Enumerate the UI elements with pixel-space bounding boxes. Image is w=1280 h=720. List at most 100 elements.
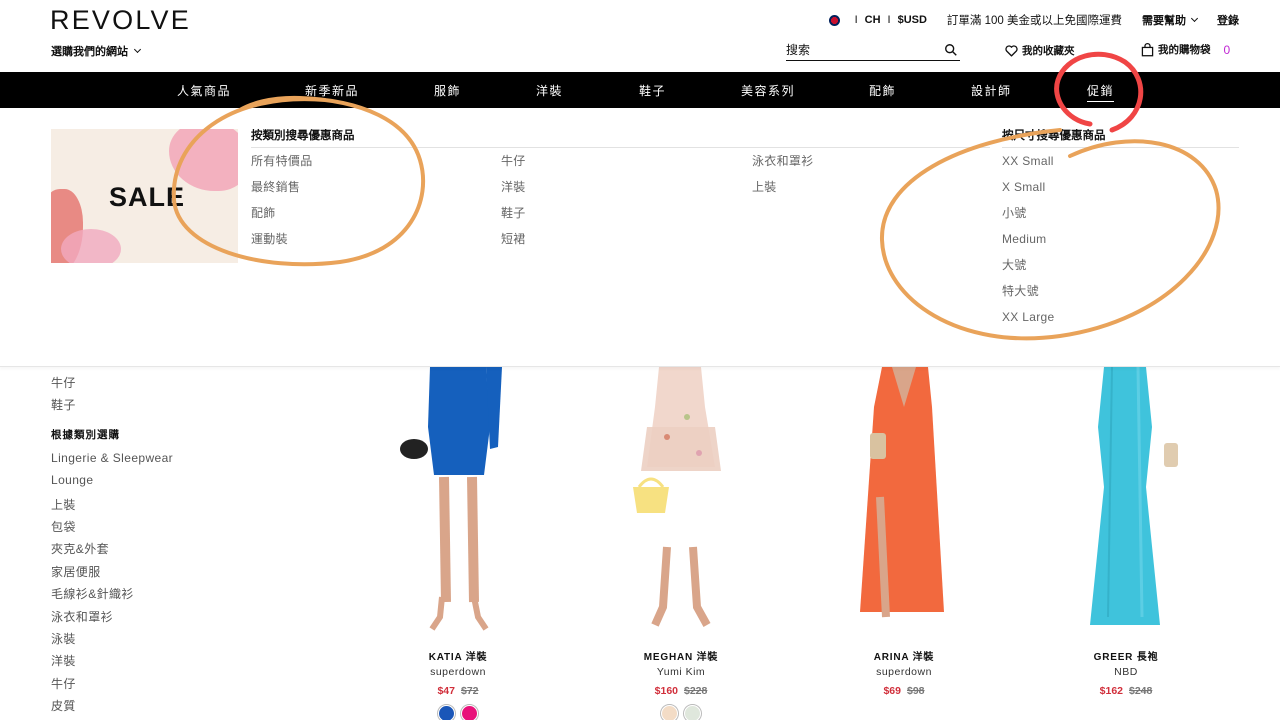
menu-link[interactable]: 配飾 bbox=[251, 205, 313, 231]
menu-link[interactable]: 牛仔 bbox=[501, 153, 526, 179]
product-image[interactable] bbox=[597, 367, 765, 635]
product-brand[interactable]: superdown bbox=[820, 666, 988, 678]
nav-item-dresses[interactable]: 洋裝 bbox=[536, 82, 563, 99]
product-image[interactable] bbox=[1042, 367, 1210, 635]
help-menu[interactable]: 需要幫助 bbox=[1142, 12, 1199, 28]
sidebar-category-heading: 根據類別選購 bbox=[51, 428, 120, 441]
category-column-3: 泳衣和罩衫 上裝 bbox=[752, 153, 814, 205]
product-card[interactable]: ARINA 洋裝 superdown $69 $98 bbox=[820, 367, 988, 697]
color-swatch-floral-alt[interactable] bbox=[684, 705, 701, 720]
sidebar-item[interactable]: 夾克&外套 bbox=[51, 540, 173, 562]
product-image[interactable] bbox=[820, 367, 988, 635]
category-column-2: 牛仔 洋裝 鞋子 短裙 bbox=[501, 153, 526, 257]
size-link[interactable]: 特大號 bbox=[1002, 283, 1054, 309]
nav-item-clothing[interactable]: 服飾 bbox=[434, 82, 461, 99]
dress-figure bbox=[633, 367, 721, 627]
product-image[interactable] bbox=[374, 367, 542, 635]
chevron-down-icon bbox=[1190, 14, 1199, 23]
product-name[interactable]: KATIA 洋裝 bbox=[374, 648, 542, 663]
taiwan-flag-icon[interactable] bbox=[828, 14, 840, 26]
nav-item-new-arrivals[interactable]: 新季新品 bbox=[305, 82, 359, 99]
menu-link[interactable]: 最終銷售 bbox=[251, 179, 313, 205]
search-icon[interactable] bbox=[944, 43, 958, 57]
menu-link[interactable]: 鞋子 bbox=[501, 205, 526, 231]
color-swatch-blue[interactable] bbox=[438, 705, 455, 720]
sidebar-item[interactable]: 洋裝 bbox=[51, 652, 173, 674]
color-swatches bbox=[597, 705, 765, 720]
menu-link[interactable]: 運動裝 bbox=[251, 231, 313, 257]
nav-item-beauty[interactable]: 美容系列 bbox=[741, 82, 795, 99]
size-link[interactable]: Medium bbox=[1002, 231, 1054, 257]
category-heading: 按類別搜尋優惠商品 bbox=[251, 130, 355, 142]
original-price: $72 bbox=[461, 685, 479, 697]
product-card[interactable]: MEGHAN 洋裝 Yumi Kim $160 $228 bbox=[597, 367, 765, 720]
sale-price: $160 bbox=[654, 685, 678, 697]
shipping-promo[interactable]: 訂單滿 100 美金或以上免國際運費 bbox=[947, 12, 1122, 28]
sidebar-item[interactable]: 泳衣和罩衫 bbox=[51, 608, 173, 630]
sidebar-item[interactable]: Lingerie & Sleepwear bbox=[51, 451, 173, 473]
divider: I bbox=[887, 14, 891, 26]
site-selector[interactable]: 選購我們的網站 bbox=[51, 43, 142, 59]
sidebar-item[interactable]: 鞋子 bbox=[51, 396, 173, 418]
menu-link[interactable]: 上裝 bbox=[752, 179, 814, 205]
sidebar-item[interactable]: 毛線衫&針織衫 bbox=[51, 585, 173, 607]
language-selector[interactable]: CH bbox=[865, 14, 881, 26]
sale-mega-menu: SALE 按類別搜尋優惠商品 所有特價品 最終銷售 配飾 運動裝 牛仔 洋裝 鞋… bbox=[0, 108, 1280, 367]
dress-figure bbox=[1090, 367, 1178, 625]
product-brand[interactable]: superdown bbox=[374, 666, 542, 678]
sale-price: $162 bbox=[1099, 685, 1123, 697]
size-link[interactable]: XX Large bbox=[1002, 309, 1054, 335]
sidebar-item[interactable]: 上裝 bbox=[51, 496, 173, 518]
search-bar bbox=[786, 38, 960, 61]
sidebar-item[interactable]: 包袋 bbox=[51, 518, 173, 540]
sidebar-item[interactable]: 牛仔 bbox=[51, 374, 173, 396]
wishlist-link[interactable]: 我的收藏夾 bbox=[1005, 43, 1075, 58]
product-name[interactable]: ARINA 洋裝 bbox=[820, 648, 988, 663]
sidebar-item[interactable]: 牛仔 bbox=[51, 675, 173, 697]
product-card[interactable]: GREER 長袍 NBD $162 $248 bbox=[1042, 367, 1210, 697]
sidebar-item[interactable]: 皮質 bbox=[51, 697, 173, 719]
product-brand[interactable]: Yumi Kim bbox=[597, 666, 765, 678]
bag-icon bbox=[1141, 42, 1154, 56]
size-link[interactable]: X Small bbox=[1002, 179, 1054, 205]
nav-item-popular[interactable]: 人氣商品 bbox=[177, 82, 231, 99]
product-price: $69 $98 bbox=[820, 685, 988, 697]
nav-item-shoes[interactable]: 鞋子 bbox=[639, 82, 666, 99]
sale-banner[interactable]: SALE bbox=[51, 129, 238, 263]
product-name[interactable]: MEGHAN 洋裝 bbox=[597, 648, 765, 663]
color-swatch-pink[interactable] bbox=[461, 705, 478, 720]
menu-link[interactable]: 短裙 bbox=[501, 231, 526, 257]
dress-figure bbox=[860, 367, 944, 618]
product-price: $47 $72 bbox=[374, 685, 542, 697]
menu-link[interactable]: 泳衣和罩衫 bbox=[752, 153, 814, 179]
utility-bar: I CH I $USD 訂單滿 100 美金或以上免國際運費 需要幫助 登錄 bbox=[828, 12, 1239, 28]
size-link[interactable]: 大號 bbox=[1002, 257, 1054, 283]
login-link[interactable]: 登錄 bbox=[1217, 12, 1239, 28]
menu-link[interactable]: 所有特價品 bbox=[251, 153, 313, 179]
size-link[interactable]: 小號 bbox=[1002, 205, 1054, 231]
divider: I bbox=[854, 14, 858, 26]
bag-count-badge: 0 bbox=[1223, 42, 1231, 57]
nav-item-accessories[interactable]: 配飾 bbox=[869, 82, 896, 99]
nav-item-designers[interactable]: 設計師 bbox=[971, 82, 1012, 99]
nav-item-sale[interactable]: 促銷 bbox=[1087, 82, 1115, 102]
product-name[interactable]: GREER 長袍 bbox=[1042, 648, 1210, 663]
currency-selector[interactable]: $USD bbox=[898, 14, 927, 26]
product-brand[interactable]: NBD bbox=[1042, 666, 1210, 678]
divider bbox=[251, 147, 990, 148]
size-column: XX Small X Small 小號 Medium 大號 特大號 XX Lar… bbox=[1002, 153, 1054, 335]
color-swatch-floral[interactable] bbox=[661, 705, 678, 720]
sidebar-item[interactable]: 泳裝 bbox=[51, 630, 173, 652]
sidebar-item[interactable]: Lounge bbox=[51, 473, 173, 495]
banner-decoration bbox=[61, 229, 121, 263]
sidebar-item[interactable]: 家居便服 bbox=[51, 563, 173, 585]
product-card[interactable]: KATIA 洋裝 superdown $47 $72 bbox=[374, 367, 542, 720]
menu-link[interactable]: 洋裝 bbox=[501, 179, 526, 205]
original-price: $98 bbox=[907, 685, 925, 697]
shopping-bag-link[interactable]: 我的購物袋 0 bbox=[1141, 42, 1230, 57]
size-link[interactable]: XX Small bbox=[1002, 153, 1054, 179]
size-heading: 按尺寸搜尋優惠商品 bbox=[1002, 130, 1106, 142]
revolve-logo[interactable]: REVOLVE bbox=[50, 5, 191, 36]
search-input[interactable] bbox=[786, 43, 926, 57]
dress-figure bbox=[400, 367, 502, 631]
